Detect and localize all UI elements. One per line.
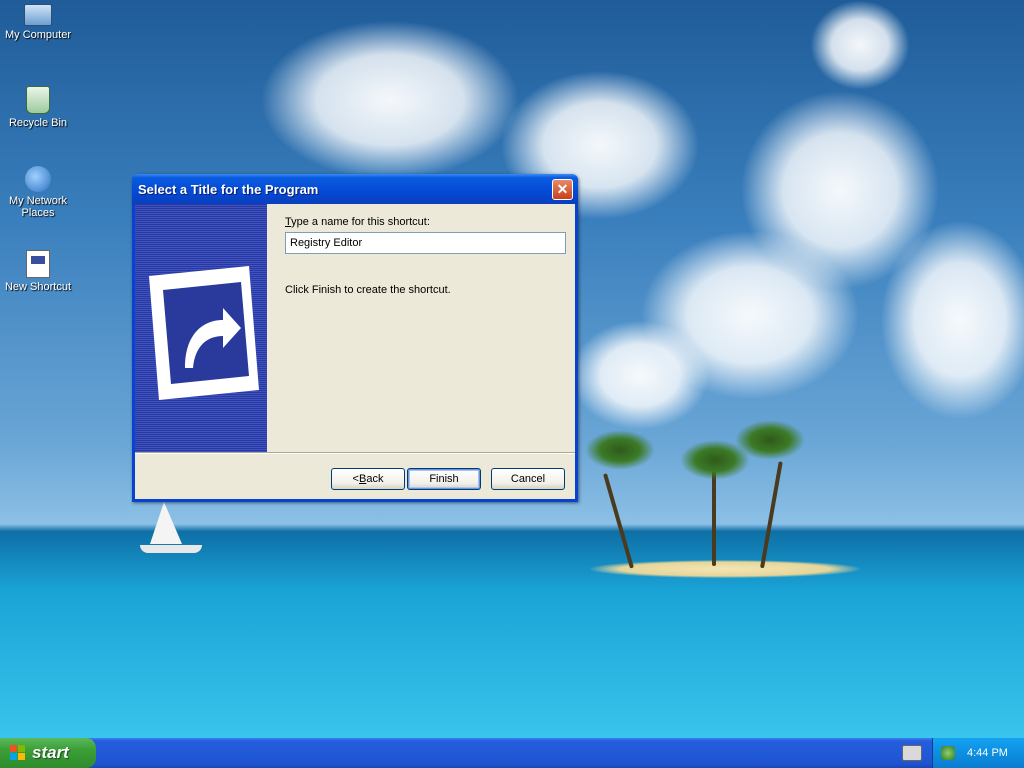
back-label-rest: ack [366,473,384,485]
name-prompt-label: Type a name for this shortcut: [285,216,570,228]
close-icon: ✕ [556,181,569,197]
button-separator [135,452,575,454]
palm-leaves [735,420,805,460]
cloud-decoration [570,320,710,430]
desktop-icon-my-computer[interactable]: My Computer [0,4,76,41]
dialog-titlebar[interactable]: Select a Title for the Program ✕ [132,174,578,204]
computer-icon [24,4,52,26]
desktop-icon-label: My Computer [4,29,72,41]
dialog-title: Select a Title for the Program [138,181,319,197]
name-prompt-text: ype a name for this shortcut: [291,216,430,228]
network-places-icon [25,166,51,192]
finish-label: Finish [429,473,459,485]
desktop-icon-my-network-places[interactable]: My Network Places [0,166,76,219]
system-tray: 4:44 PM [932,738,1024,768]
close-button[interactable]: ✕ [552,178,573,200]
desktop-icon-label: Recycle Bin [8,117,68,129]
wizard-content: Type a name for this shortcut: Click Fin… [285,216,570,296]
access-key-letter: B [358,473,367,485]
cloud-decoration [810,0,910,90]
dialog-body: Type a name for this shortcut: Click Fin… [135,204,575,499]
start-label: start [32,743,69,762]
desktop-icon-recycle-bin[interactable]: Recycle Bin [0,86,76,129]
windows-flag-icon [10,745,26,761]
clock[interactable]: 4:44 PM [967,747,1008,759]
palm-leaves [585,430,655,470]
cancel-button[interactable]: Cancel [491,468,565,490]
palm-trunk [603,473,634,569]
finish-info-text: Click Finish to create the shortcut. [285,284,451,296]
palm-trunk [760,461,783,569]
desktop-icon-label: New Shortcut [4,281,72,293]
shortcut-arrow-icon [149,266,259,400]
cancel-label: Cancel [510,473,546,485]
shortcut-name-input[interactable] [285,232,566,254]
wizard-side-panel [135,204,267,452]
back-button[interactable]: < Back [331,468,405,490]
cloud-decoration [260,20,520,180]
boat-hull-decoration [140,545,202,553]
tray-app-icon[interactable] [941,746,955,760]
shortcut-file-icon [26,250,50,278]
sailboat-decoration [150,502,182,544]
taskbar: start 4:44 PM [0,738,1024,768]
desktop-icon-new-shortcut[interactable]: New Shortcut [0,250,76,293]
keyboard-icon[interactable] [902,745,922,761]
start-button[interactable]: start [0,738,96,768]
shortcut-wizard-dialog: Select a Title for the Program ✕ Type a … [132,174,578,502]
finish-button[interactable]: Finish [407,468,481,490]
desktop-icon-label: My Network Places [8,195,68,219]
cloud-decoration [880,220,1024,420]
palm-trunk [712,470,716,566]
recycle-bin-icon [26,86,50,114]
